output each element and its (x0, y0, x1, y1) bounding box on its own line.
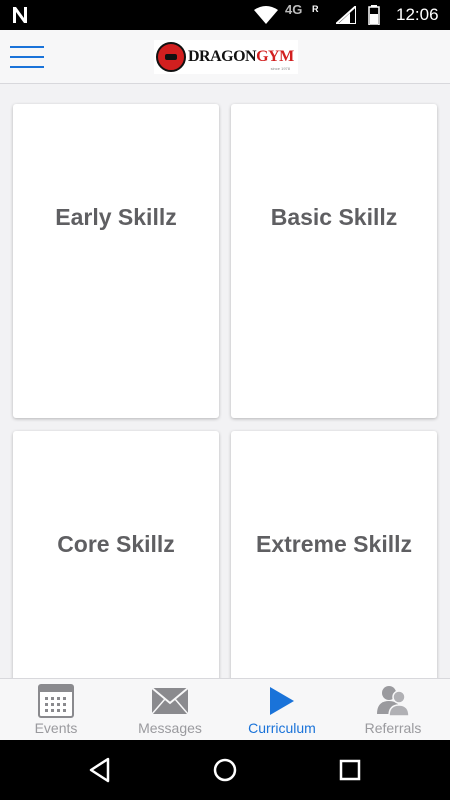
logo-wordmark: DRAGONGYM (188, 48, 294, 65)
battery-icon (368, 5, 380, 25)
logo-tagline: since 1978 (270, 66, 290, 71)
card-title: Basic Skillz (270, 204, 398, 230)
calendar-icon (38, 684, 74, 718)
tab-messages[interactable]: Messages (112, 679, 228, 741)
tab-curriculum[interactable]: Curriculum (228, 679, 336, 741)
tab-referrals[interactable]: Referrals (336, 679, 450, 741)
tab-label: Referrals (364, 720, 422, 736)
wifi-icon (254, 6, 278, 24)
play-icon (270, 687, 294, 715)
system-nav-bar (0, 740, 450, 800)
recent-apps-icon[interactable] (336, 756, 364, 784)
bottom-tab-bar: Events Messages Curriculum Referrals (0, 678, 450, 740)
card-title: Extreme Skillz (256, 531, 412, 557)
envelope-icon (151, 687, 189, 715)
hamburger-menu-icon[interactable] (10, 45, 44, 69)
tab-label: Messages (138, 720, 202, 736)
roaming-indicator: R (312, 4, 319, 14)
dragon-gym-logo: DRAGONGYM since 1978 (154, 40, 298, 74)
people-icon (377, 686, 410, 716)
card-title: Early Skillz (55, 204, 177, 230)
network-type: 4G (285, 2, 303, 17)
app-header: DRAGONGYM since 1978 (0, 30, 450, 84)
card-core-skillz[interactable]: Core Skillz (13, 431, 219, 678)
home-icon[interactable] (211, 756, 239, 784)
notification-n-icon (13, 7, 27, 23)
tab-label: Curriculum (248, 720, 316, 736)
tab-events[interactable]: Events (0, 679, 112, 741)
back-icon[interactable] (86, 756, 114, 784)
card-early-skillz[interactable]: Early Skillz (13, 104, 219, 418)
clock: 12:06 (396, 5, 439, 24)
logo-seal-icon (156, 42, 186, 72)
card-title: Core Skillz (57, 531, 175, 557)
card-extreme-skillz[interactable]: Extreme Skillz (231, 431, 437, 678)
status-bar: 4G R 12:06 (0, 0, 450, 30)
tab-label: Events (34, 720, 78, 736)
signal-icon (336, 6, 356, 24)
card-basic-skillz[interactable]: Basic Skillz (231, 104, 437, 418)
curriculum-grid: Early Skillz Basic Skillz Core Skillz Ex… (0, 84, 450, 678)
